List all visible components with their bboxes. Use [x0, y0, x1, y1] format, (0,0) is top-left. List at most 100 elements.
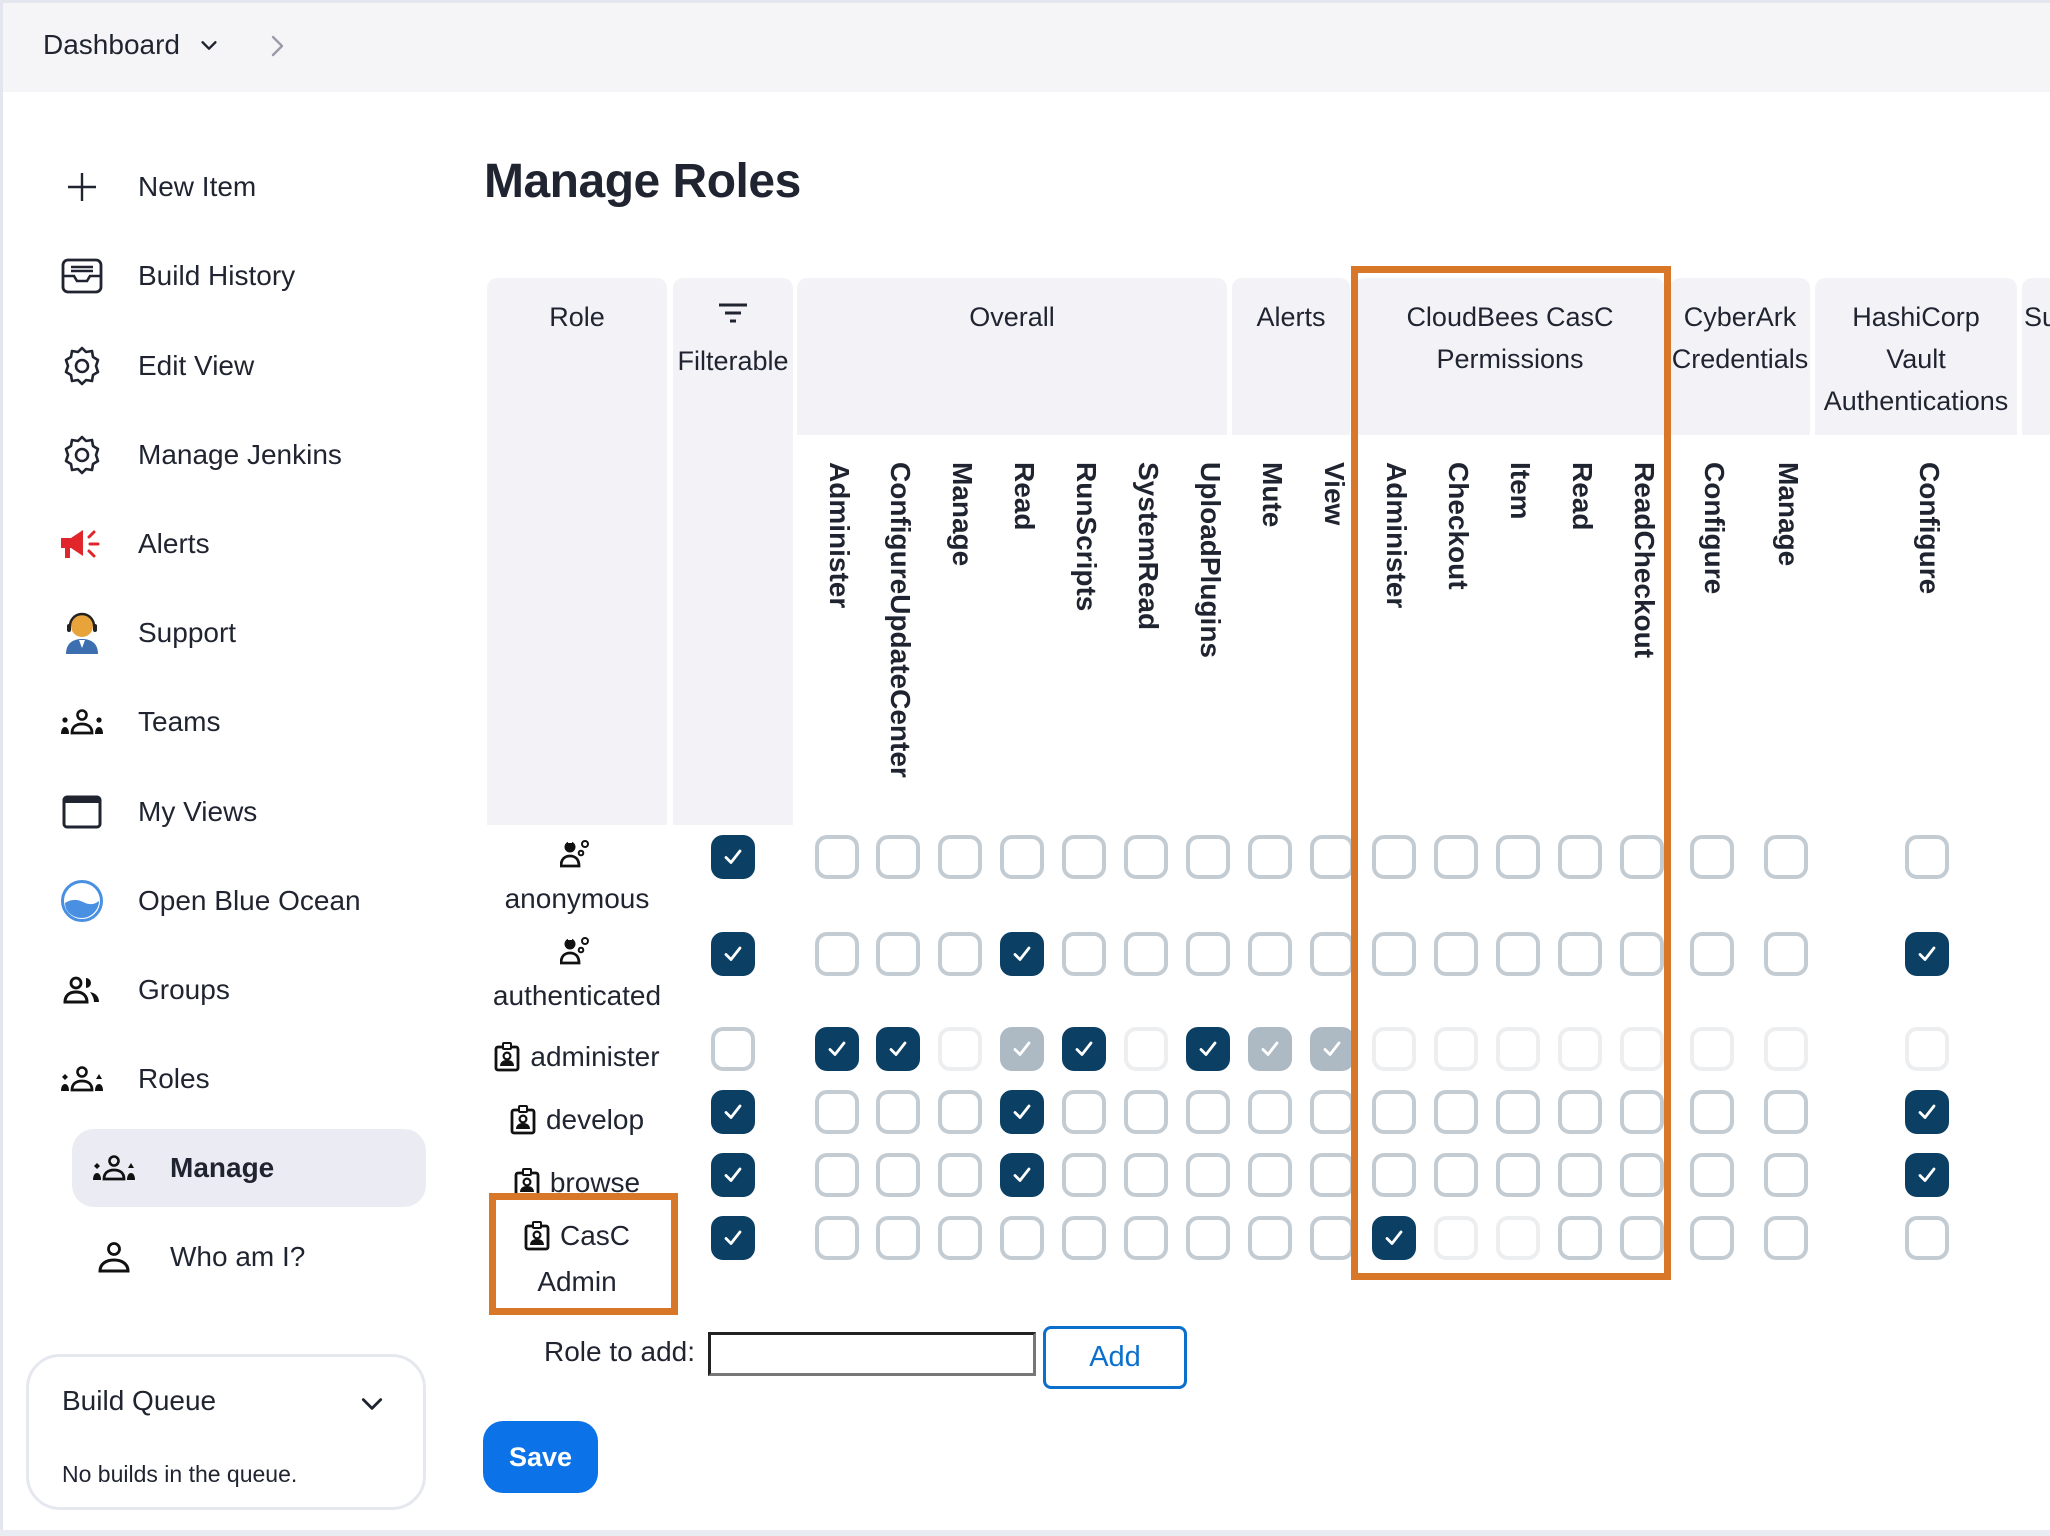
permission-checkbox-browse-overall-systemread[interactable]: [1124, 1153, 1168, 1197]
permission-checkbox-casc-admin-overall-uploadplugins[interactable]: [1186, 1216, 1230, 1260]
permission-checkbox-administer-overall-administer[interactable]: [815, 1027, 859, 1071]
permission-checkbox-anonymous-cloudbees-casc-permissions-readcheckout[interactable]: [1620, 835, 1664, 879]
permission-checkbox-anonymous-cloudbees-casc-permissions-checkout[interactable]: [1434, 835, 1478, 879]
permission-checkbox-anonymous-overall-uploadplugins[interactable]: [1186, 835, 1230, 879]
permission-checkbox-administer-overall-uploadplugins[interactable]: [1186, 1027, 1230, 1071]
permission-checkbox-authenticated-cloudbees-casc-permissions-administer[interactable]: [1372, 932, 1416, 976]
permission-checkbox-casc-admin-overall-systemread[interactable]: [1124, 1216, 1168, 1260]
permission-checkbox-develop-cyberark-credentials-configure[interactable]: [1690, 1090, 1734, 1134]
add-role-button[interactable]: Add: [1043, 1326, 1187, 1389]
permission-checkbox-anonymous-alerts-mute[interactable]: [1248, 835, 1292, 879]
permission-checkbox-administer-overall-runscripts[interactable]: [1062, 1027, 1106, 1071]
permission-checkbox-develop-cloudbees-casc-permissions-checkout[interactable]: [1434, 1090, 1478, 1134]
save-button[interactable]: Save: [483, 1421, 598, 1493]
sidebar-item-manage-jenkins[interactable]: Manage Jenkins: [58, 425, 342, 485]
permission-checkbox-authenticated-overall-administer[interactable]: [815, 932, 859, 976]
permission-checkbox-anonymous-overall-configureupdatecenter[interactable]: [876, 835, 920, 879]
permission-checkbox-casc-admin-hashicorp-vault-authentications-configure[interactable]: [1905, 1216, 1949, 1260]
permission-checkbox-anonymous-cyberark-credentials-configure[interactable]: [1690, 835, 1734, 879]
permission-checkbox-authenticated-overall-systemread[interactable]: [1124, 932, 1168, 976]
permission-checkbox-authenticated-cloudbees-casc-permissions-readcheckout[interactable]: [1620, 932, 1664, 976]
permission-checkbox-develop-cloudbees-casc-permissions-administer[interactable]: [1372, 1090, 1416, 1134]
permission-checkbox-anonymous-cloudbees-casc-permissions-administer[interactable]: [1372, 835, 1416, 879]
permission-checkbox-browse-cloudbees-casc-permissions-read[interactable]: [1558, 1153, 1602, 1197]
permission-checkbox-develop-alerts-view[interactable]: [1310, 1090, 1354, 1134]
permission-checkbox-anonymous-overall-administer[interactable]: [815, 835, 859, 879]
sidebar-item-roles[interactable]: Roles: [58, 1049, 210, 1109]
permission-checkbox-browse-alerts-mute[interactable]: [1248, 1153, 1292, 1197]
sidebar-item-open-blue-ocean[interactable]: Open Blue Ocean: [58, 871, 361, 931]
filterable-checkbox-authenticated[interactable]: [711, 932, 755, 976]
permission-checkbox-anonymous-cloudbees-casc-permissions-item[interactable]: [1496, 835, 1540, 879]
breadcrumb-dashboard[interactable]: Dashboard: [43, 29, 180, 61]
filterable-checkbox-administer[interactable]: [711, 1027, 755, 1071]
permission-checkbox-develop-overall-read[interactable]: [1000, 1090, 1044, 1134]
sidebar-item-support[interactable]: Support: [58, 603, 236, 663]
permission-checkbox-browse-overall-uploadplugins[interactable]: [1186, 1153, 1230, 1197]
filterable-checkbox-anonymous[interactable]: [711, 835, 755, 879]
filterable-checkbox-casc-admin[interactable]: [711, 1216, 755, 1260]
permission-checkbox-casc-admin-cloudbees-casc-permissions-readcheckout[interactable]: [1620, 1216, 1664, 1260]
permission-checkbox-anonymous-cyberark-credentials-manage[interactable]: [1764, 835, 1808, 879]
filterable-checkbox-browse[interactable]: [711, 1153, 755, 1197]
permission-checkbox-anonymous-cloudbees-casc-permissions-read[interactable]: [1558, 835, 1602, 879]
permission-checkbox-authenticated-overall-configureupdatecenter[interactable]: [876, 932, 920, 976]
permission-checkbox-authenticated-cloudbees-casc-permissions-checkout[interactable]: [1434, 932, 1478, 976]
permission-checkbox-authenticated-overall-read[interactable]: [1000, 932, 1044, 976]
permission-checkbox-browse-cloudbees-casc-permissions-item[interactable]: [1496, 1153, 1540, 1197]
permission-checkbox-develop-overall-runscripts[interactable]: [1062, 1090, 1106, 1134]
permission-checkbox-anonymous-overall-manage[interactable]: [938, 835, 982, 879]
permission-checkbox-develop-cyberark-credentials-manage[interactable]: [1764, 1090, 1808, 1134]
permission-checkbox-casc-admin-overall-read[interactable]: [1000, 1216, 1044, 1260]
permission-checkbox-anonymous-hashicorp-vault-authentications-configure[interactable]: [1905, 835, 1949, 879]
permission-checkbox-browse-cloudbees-casc-permissions-checkout[interactable]: [1434, 1153, 1478, 1197]
permission-checkbox-browse-overall-manage[interactable]: [938, 1153, 982, 1197]
permission-checkbox-casc-admin-alerts-view[interactable]: [1310, 1216, 1354, 1260]
sidebar-item-edit-view[interactable]: Edit View: [58, 336, 254, 396]
permission-checkbox-authenticated-overall-runscripts[interactable]: [1062, 932, 1106, 976]
permission-checkbox-authenticated-overall-manage[interactable]: [938, 932, 982, 976]
permission-checkbox-anonymous-alerts-view[interactable]: [1310, 835, 1354, 879]
permission-checkbox-casc-admin-overall-manage[interactable]: [938, 1216, 982, 1260]
permission-checkbox-anonymous-overall-runscripts[interactable]: [1062, 835, 1106, 879]
permission-checkbox-develop-overall-uploadplugins[interactable]: [1186, 1090, 1230, 1134]
permission-checkbox-browse-overall-read[interactable]: [1000, 1153, 1044, 1197]
sidebar-item-build-history[interactable]: Build History: [58, 246, 295, 306]
permission-checkbox-browse-alerts-view[interactable]: [1310, 1153, 1354, 1197]
permission-checkbox-browse-hashicorp-vault-authentications-configure[interactable]: [1905, 1153, 1949, 1197]
filter-icon[interactable]: [717, 302, 749, 326]
permission-checkbox-browse-cyberark-credentials-manage[interactable]: [1764, 1153, 1808, 1197]
permission-checkbox-browse-overall-runscripts[interactable]: [1062, 1153, 1106, 1197]
sidebar-item-teams[interactable]: Teams: [58, 692, 220, 752]
sidebar-subitem-who-am-i[interactable]: Who am I?: [72, 1218, 426, 1296]
sidebar-item-my-views[interactable]: My Views: [58, 782, 257, 842]
permission-checkbox-casc-admin-overall-configureupdatecenter[interactable]: [876, 1216, 920, 1260]
permission-checkbox-casc-admin-overall-administer[interactable]: [815, 1216, 859, 1260]
permission-checkbox-authenticated-hashicorp-vault-authentications-configure[interactable]: [1905, 932, 1949, 976]
permission-checkbox-browse-overall-configureupdatecenter[interactable]: [876, 1153, 920, 1197]
permission-checkbox-develop-overall-administer[interactable]: [815, 1090, 859, 1134]
permission-checkbox-casc-admin-alerts-mute[interactable]: [1248, 1216, 1292, 1260]
filterable-checkbox-develop[interactable]: [711, 1090, 755, 1134]
permission-checkbox-develop-overall-manage[interactable]: [938, 1090, 982, 1134]
permission-checkbox-browse-cloudbees-casc-permissions-administer[interactable]: [1372, 1153, 1416, 1197]
permission-checkbox-develop-hashicorp-vault-authentications-configure[interactable]: [1905, 1090, 1949, 1134]
sidebar-item-new-item[interactable]: New Item: [58, 157, 256, 217]
chevron-down-icon[interactable]: [198, 34, 220, 56]
role-to-add-input[interactable]: [708, 1332, 1036, 1376]
permission-checkbox-casc-admin-overall-runscripts[interactable]: [1062, 1216, 1106, 1260]
permission-checkbox-develop-cloudbees-casc-permissions-item[interactable]: [1496, 1090, 1540, 1134]
sidebar-subitem-manage[interactable]: Manage: [72, 1129, 426, 1207]
permission-checkbox-authenticated-cyberark-credentials-configure[interactable]: [1690, 932, 1734, 976]
permission-checkbox-casc-admin-cloudbees-casc-permissions-administer[interactable]: [1372, 1216, 1416, 1260]
permission-checkbox-browse-cloudbees-casc-permissions-readcheckout[interactable]: [1620, 1153, 1664, 1197]
permission-checkbox-develop-alerts-mute[interactable]: [1248, 1090, 1292, 1134]
sidebar-item-groups[interactable]: Groups: [58, 960, 230, 1020]
permission-checkbox-develop-cloudbees-casc-permissions-readcheckout[interactable]: [1620, 1090, 1664, 1134]
permission-checkbox-authenticated-alerts-view[interactable]: [1310, 932, 1354, 976]
permission-checkbox-authenticated-overall-uploadplugins[interactable]: [1186, 932, 1230, 976]
permission-checkbox-browse-cyberark-credentials-configure[interactable]: [1690, 1153, 1734, 1197]
permission-checkbox-anonymous-overall-read[interactable]: [1000, 835, 1044, 879]
permission-checkbox-develop-overall-systemread[interactable]: [1124, 1090, 1168, 1134]
permission-checkbox-authenticated-cyberark-credentials-manage[interactable]: [1764, 932, 1808, 976]
